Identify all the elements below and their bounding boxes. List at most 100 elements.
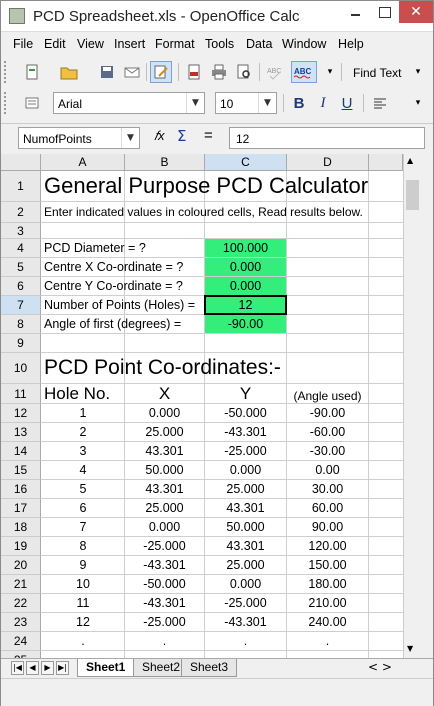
header-hole-no[interactable]: Hole No. (44, 384, 124, 403)
header-angle[interactable]: (Angle used) (287, 384, 368, 403)
chevron-down-icon[interactable]: ▼ (258, 93, 276, 113)
underline-button[interactable]: U (336, 92, 358, 114)
menu-window[interactable]: Window (282, 37, 326, 51)
italic-button[interactable]: I (312, 92, 334, 114)
horizontal-scroll-arrows[interactable]: < > (368, 660, 392, 674)
spellcheck-icon[interactable]: ABC (264, 61, 286, 83)
row-header[interactable]: 15 (1, 461, 41, 480)
table-cell[interactable]: -60.00 (287, 423, 368, 441)
row-header[interactable]: 9 (1, 334, 41, 353)
toolbar-overflow-icon[interactable]: ▾ (323, 61, 337, 83)
autospellcheck-icon[interactable]: ABC (291, 61, 317, 83)
sheet-tab-sheet1[interactable]: Sheet1 (77, 659, 135, 677)
table-cell[interactable]: 150.00 (287, 556, 368, 574)
maximize-button[interactable] (370, 1, 399, 23)
menu-file[interactable]: File (13, 37, 33, 51)
table-cell[interactable]: 60.00 (287, 499, 368, 517)
row-header[interactable]: 23 (1, 613, 41, 632)
chevron-down-icon[interactable]: ▼ (186, 93, 204, 113)
table-cell[interactable]: 25.000 (125, 499, 204, 517)
input-value-cell[interactable]: 0.000 (205, 277, 286, 295)
next-sheet-icon[interactable]: ▶ (41, 661, 54, 675)
row-header[interactable]: 2 (1, 202, 41, 223)
column-header-a[interactable]: A (41, 154, 125, 171)
row-header[interactable]: 20 (1, 556, 41, 575)
row-header[interactable]: 4 (1, 239, 41, 258)
table-cell[interactable]: 3 (42, 442, 124, 460)
styles-icon[interactable] (21, 92, 43, 114)
row-header[interactable]: 7 (1, 296, 41, 315)
export-pdf-icon[interactable] (183, 61, 205, 83)
column-header-d[interactable]: D (287, 154, 369, 171)
row-header[interactable]: 11 (1, 384, 41, 404)
table-cell[interactable]: 50.000 (125, 461, 204, 479)
save-icon[interactable] (96, 61, 118, 83)
row-header[interactable]: 25 (1, 651, 41, 658)
table-cell[interactable]: 8 (42, 537, 124, 555)
menu-view[interactable]: View (77, 37, 104, 51)
input-label-cell[interactable]: PCD Diameter = ? (44, 239, 146, 257)
table-cell[interactable]: 120.00 (287, 537, 368, 555)
empty-formula-cell[interactable]: . (125, 632, 204, 650)
toolbar-grip[interactable] (4, 61, 8, 83)
font-name-select[interactable]: Arial ▼ (53, 92, 205, 114)
table-cell[interactable]: -43.301 (125, 594, 204, 612)
close-button[interactable]: ✕ (399, 1, 433, 23)
row-header[interactable]: 19 (1, 537, 41, 556)
table-cell[interactable]: 7 (42, 518, 124, 536)
table-cell[interactable]: 180.00 (287, 575, 368, 593)
input-label-cell[interactable]: Angle of first (degrees) = (44, 315, 181, 333)
table-cell[interactable]: -25.000 (125, 537, 204, 555)
edit-file-icon[interactable] (150, 61, 172, 83)
sheet-tab-sheet3[interactable]: Sheet3 (181, 659, 238, 677)
email-icon[interactable] (121, 61, 143, 83)
row-header[interactable]: 12 (1, 404, 41, 423)
scrollbar-thumb[interactable] (406, 180, 419, 210)
row-header[interactable]: 10 (1, 353, 41, 384)
table-cell[interactable]: 0.000 (125, 518, 204, 536)
open-folder-icon[interactable] (58, 61, 80, 83)
menu-tools[interactable]: Tools (205, 37, 234, 51)
sum-icon[interactable]: Σ (177, 127, 186, 145)
table-cell[interactable]: 43.301 (205, 499, 286, 517)
table-cell[interactable]: 4 (42, 461, 124, 479)
header-y[interactable]: Y (205, 384, 286, 403)
scroll-down-icon[interactable]: ▼ (407, 644, 413, 653)
select-all-corner[interactable] (1, 154, 41, 171)
page-preview-icon[interactable] (233, 61, 255, 83)
header-x[interactable]: X (125, 384, 204, 403)
selected-cell[interactable]: 12 (204, 295, 287, 315)
menu-insert[interactable]: Insert (114, 37, 145, 51)
column-header-c[interactable]: C (205, 154, 287, 171)
table-cell[interactable]: 5 (42, 480, 124, 498)
scroll-up-icon[interactable]: ▲ (407, 156, 413, 165)
prev-sheet-icon[interactable]: ◀ (26, 661, 39, 675)
empty-formula-cell[interactable]: . (205, 632, 286, 650)
toolbar-grip-format[interactable] (4, 92, 8, 114)
table-cell[interactable]: 25.000 (205, 480, 286, 498)
empty-formula-cell[interactable]: . (125, 651, 204, 658)
table-cell[interactable]: 210.00 (287, 594, 368, 612)
table-cell[interactable]: -25.000 (205, 442, 286, 460)
new-document-icon[interactable] (21, 61, 43, 83)
table-cell[interactable]: -50.000 (205, 404, 286, 422)
chevron-down-icon[interactable]: ▼ (121, 128, 139, 148)
table-cell[interactable]: 2 (42, 423, 124, 441)
empty-formula-cell[interactable]: . (205, 651, 286, 658)
table-cell[interactable]: 90.00 (287, 518, 368, 536)
findbar-overflow-icon[interactable]: ▾ (411, 61, 425, 83)
instructions-cell[interactable]: Enter indicated values in coloured cells… (44, 202, 363, 222)
table-cell[interactable]: -30.00 (287, 442, 368, 460)
row-header[interactable]: 5 (1, 258, 41, 277)
menu-edit[interactable]: Edit (44, 37, 66, 51)
column-header-b[interactable]: B (125, 154, 205, 171)
row-header[interactable]: 14 (1, 442, 41, 461)
function-icon[interactable]: = (204, 127, 213, 144)
column-header-e[interactable] (369, 154, 403, 171)
table-cell[interactable]: 9 (42, 556, 124, 574)
row-header[interactable]: 8 (1, 315, 41, 334)
empty-formula-cell[interactable]: . (287, 651, 368, 658)
table-cell[interactable]: 6 (42, 499, 124, 517)
input-label-cell[interactable]: Number of Points (Holes) = (44, 296, 195, 314)
split-handle[interactable] (421, 154, 433, 658)
